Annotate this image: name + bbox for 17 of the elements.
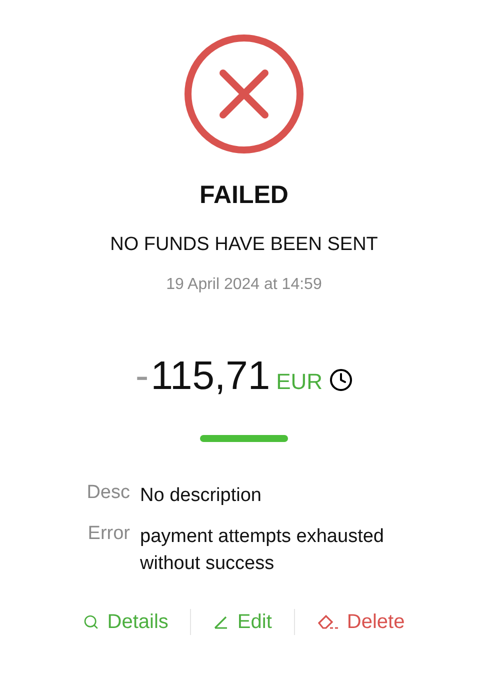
pencil-icon — [213, 614, 230, 630]
field-label: Desc — [86, 482, 130, 505]
amount-sign: - — [135, 354, 149, 399]
search-icon — [83, 614, 100, 630]
edit-button[interactable]: Edit — [191, 610, 294, 634]
currency-code: EUR — [276, 369, 323, 395]
eraser-icon — [316, 614, 339, 630]
transaction-date: 19 April 2024 at 14:59 — [166, 276, 322, 294]
field-value: No description — [140, 484, 262, 508]
field-value: payment attempts exhausted without success — [140, 525, 385, 576]
status-subtitle: NO FUNDS HAVE BEEN SENT — [110, 234, 378, 256]
status-title: FAILED — [200, 181, 288, 210]
details-button[interactable]: Details — [61, 610, 190, 634]
delete-button[interactable]: Delete — [294, 610, 427, 634]
field-label: Error — [86, 523, 130, 546]
amount-value: 115,71 — [150, 354, 270, 399]
error-icon — [183, 33, 305, 155]
